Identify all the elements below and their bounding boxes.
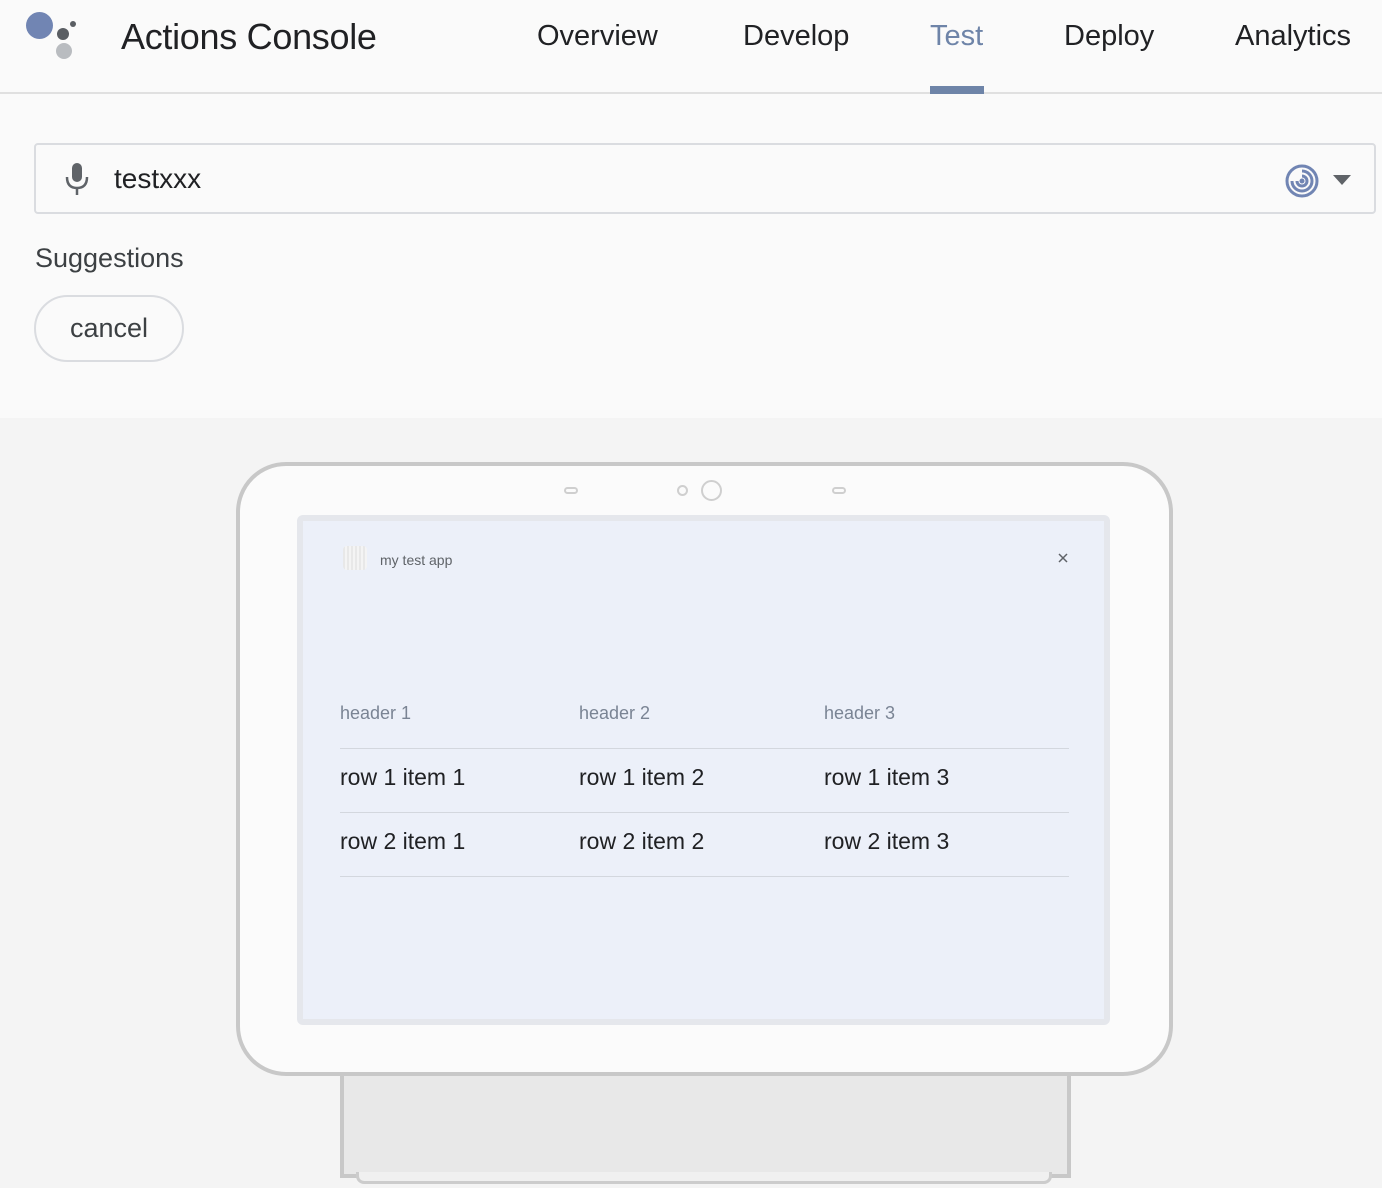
table-cell: row 2 item 3: [824, 828, 950, 854]
app-name: my test app: [380, 552, 453, 568]
sensor-dot-icon: [677, 485, 688, 496]
suggestions-label: Suggestions: [35, 243, 184, 273]
top-app-bar: Actions Console Overview Develop Test De…: [0, 0, 1382, 94]
table-header-1: header 1: [340, 703, 412, 723]
table-divider: [340, 876, 1069, 877]
table-header-2: header 2: [579, 703, 651, 723]
table-cell: row 1 item 1: [340, 764, 466, 790]
close-icon[interactable]: [1056, 551, 1070, 565]
device-screen: my test app header 1 header 2 header 3 r…: [297, 515, 1110, 1025]
app-icon: [343, 546, 367, 570]
table-cell: row 1 item 2: [579, 764, 705, 790]
app-title: Actions Console: [121, 16, 377, 57]
table-cell: row 2 item 2: [579, 828, 705, 854]
sensor-right-icon: [832, 487, 846, 494]
device-simulator: my test app header 1 header 2 header 3 r…: [0, 418, 1382, 1188]
tab-test[interactable]: Test: [930, 20, 983, 53]
tab-deploy[interactable]: Deploy: [1064, 20, 1154, 53]
table-divider: [340, 748, 1069, 749]
device-stand: [340, 1068, 1071, 1178]
table-header-3: header 3: [824, 703, 896, 723]
active-tab-indicator: [930, 86, 984, 94]
camera-icon: [701, 480, 722, 501]
table-cell: row 1 item 3: [824, 764, 950, 790]
assistant-logo-icon: [24, 10, 84, 66]
device-selector-icon[interactable]: [1284, 163, 1320, 199]
tab-overview[interactable]: Overview: [537, 20, 658, 53]
tab-develop[interactable]: Develop: [743, 20, 849, 53]
query-input[interactable]: testxxx: [34, 143, 1376, 214]
tab-analytics[interactable]: Analytics: [1235, 20, 1351, 53]
chevron-down-icon[interactable]: [1332, 173, 1352, 187]
device-stand-base: [356, 1172, 1052, 1184]
table-divider: [340, 812, 1069, 813]
mic-icon[interactable]: [62, 161, 92, 197]
sensor-left-icon: [564, 487, 578, 494]
table-cell: row 2 item 1: [340, 828, 466, 854]
suggestion-chip-cancel[interactable]: cancel: [34, 295, 184, 362]
query-text[interactable]: testxxx: [114, 163, 201, 195]
